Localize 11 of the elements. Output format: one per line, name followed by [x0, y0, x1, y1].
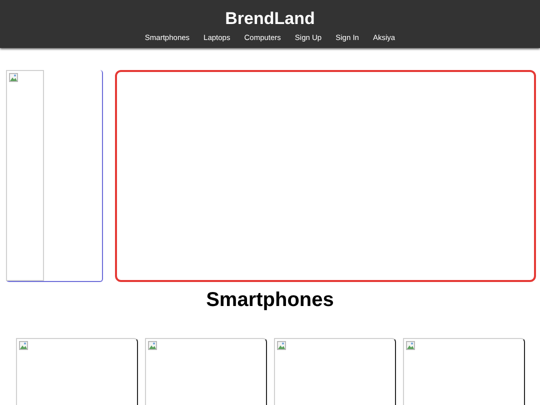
product-card[interactable]	[403, 338, 525, 405]
product-card[interactable]	[274, 338, 396, 405]
section-title: Smartphones	[205, 288, 335, 312]
product-card[interactable]	[145, 338, 267, 405]
broken-image-icon	[406, 341, 415, 350]
broken-image-icon	[277, 341, 286, 350]
product-card[interactable]	[16, 338, 138, 405]
broken-image-icon	[19, 341, 28, 350]
broken-image-icon	[148, 341, 157, 350]
site-title: BrendLand	[225, 9, 315, 29]
broken-image-icon	[9, 73, 18, 82]
